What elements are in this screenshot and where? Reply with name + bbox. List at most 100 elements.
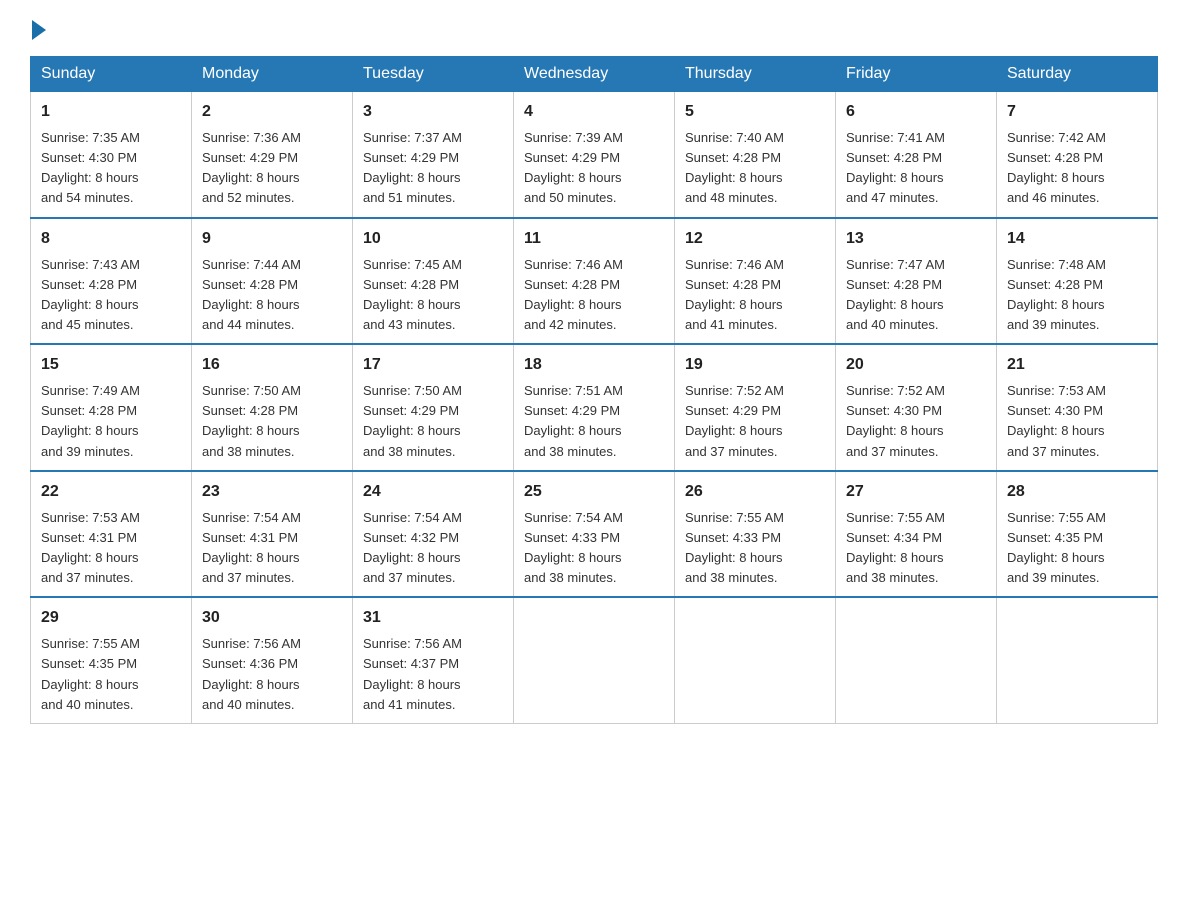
calendar-cell: 19 Sunrise: 7:52 AMSunset: 4:29 PMDayligh…	[675, 344, 836, 471]
calendar-cell	[675, 597, 836, 723]
day-info: Sunrise: 7:55 AMSunset: 4:35 PMDaylight:…	[41, 634, 181, 715]
day-info: Sunrise: 7:56 AMSunset: 4:37 PMDaylight:…	[363, 634, 503, 715]
day-info: Sunrise: 7:47 AMSunset: 4:28 PMDaylight:…	[846, 255, 986, 336]
day-number: 24	[363, 480, 503, 504]
column-header-friday: Friday	[836, 57, 997, 92]
day-number: 27	[846, 480, 986, 504]
day-info: Sunrise: 7:56 AMSunset: 4:36 PMDaylight:…	[202, 634, 342, 715]
calendar-cell: 21 Sunrise: 7:53 AMSunset: 4:30 PMDayligh…	[997, 344, 1158, 471]
calendar-cell: 13 Sunrise: 7:47 AMSunset: 4:28 PMDayligh…	[836, 218, 997, 345]
calendar-cell: 20 Sunrise: 7:52 AMSunset: 4:30 PMDayligh…	[836, 344, 997, 471]
day-info: Sunrise: 7:49 AMSunset: 4:28 PMDaylight:…	[41, 381, 181, 462]
day-info: Sunrise: 7:55 AMSunset: 4:33 PMDaylight:…	[685, 508, 825, 589]
calendar-cell: 14 Sunrise: 7:48 AMSunset: 4:28 PMDayligh…	[997, 218, 1158, 345]
day-info: Sunrise: 7:48 AMSunset: 4:28 PMDaylight:…	[1007, 255, 1147, 336]
day-info: Sunrise: 7:46 AMSunset: 4:28 PMDaylight:…	[524, 255, 664, 336]
day-info: Sunrise: 7:46 AMSunset: 4:28 PMDaylight:…	[685, 255, 825, 336]
calendar-cell: 1 Sunrise: 7:35 AMSunset: 4:30 PMDaylight…	[31, 92, 192, 218]
day-info: Sunrise: 7:53 AMSunset: 4:30 PMDaylight:…	[1007, 381, 1147, 462]
day-number: 22	[41, 480, 181, 504]
calendar-cell: 12 Sunrise: 7:46 AMSunset: 4:28 PMDayligh…	[675, 218, 836, 345]
day-info: Sunrise: 7:51 AMSunset: 4:29 PMDaylight:…	[524, 381, 664, 462]
calendar-cell: 6 Sunrise: 7:41 AMSunset: 4:28 PMDaylight…	[836, 92, 997, 218]
page-header	[30, 20, 1158, 36]
calendar-cell: 11 Sunrise: 7:46 AMSunset: 4:28 PMDayligh…	[514, 218, 675, 345]
day-number: 2	[202, 100, 342, 124]
calendar-week-row: 29 Sunrise: 7:55 AMSunset: 4:35 PMDayligh…	[31, 597, 1158, 723]
day-number: 1	[41, 100, 181, 124]
calendar-cell: 4Sunrise: 7:39 AMSunset: 4:29 PMDaylight…	[514, 92, 675, 218]
calendar-cell: 25 Sunrise: 7:54 AMSunset: 4:33 PMDayligh…	[514, 471, 675, 598]
day-number: 29	[41, 606, 181, 630]
column-header-sunday: Sunday	[31, 57, 192, 92]
calendar-week-row: 22 Sunrise: 7:53 AMSunset: 4:31 PMDayligh…	[31, 471, 1158, 598]
day-info: Sunrise: 7:55 AMSunset: 4:34 PMDaylight:…	[846, 508, 986, 589]
day-info: Sunrise: 7:54 AMSunset: 4:33 PMDaylight:…	[524, 508, 664, 589]
calendar-week-row: 15 Sunrise: 7:49 AMSunset: 4:28 PMDayligh…	[31, 344, 1158, 471]
calendar-week-row: 1 Sunrise: 7:35 AMSunset: 4:30 PMDaylight…	[31, 92, 1158, 218]
calendar-table: SundayMondayTuesdayWednesdayThursdayFrid…	[30, 56, 1158, 724]
day-number: 10	[363, 227, 503, 251]
day-number: 7	[1007, 100, 1147, 124]
calendar-cell: 8Sunrise: 7:43 AMSunset: 4:28 PMDaylight…	[31, 218, 192, 345]
day-info: Sunrise: 7:53 AMSunset: 4:31 PMDaylight:…	[41, 508, 181, 589]
day-number: 12	[685, 227, 825, 251]
day-info: Sunrise: 7:44 AMSunset: 4:28 PMDaylight:…	[202, 255, 342, 336]
calendar-cell: 28 Sunrise: 7:55 AMSunset: 4:35 PMDayligh…	[997, 471, 1158, 598]
day-info: Sunrise: 7:50 AMSunset: 4:28 PMDaylight:…	[202, 381, 342, 462]
logo-arrow-icon	[32, 20, 46, 40]
day-info: Sunrise: 7:52 AMSunset: 4:29 PMDaylight:…	[685, 381, 825, 462]
day-info: Sunrise: 7:35 AMSunset: 4:30 PMDaylight:…	[41, 128, 181, 209]
day-number: 4	[524, 100, 664, 124]
calendar-cell: 7 Sunrise: 7:42 AMSunset: 4:28 PMDaylight…	[997, 92, 1158, 218]
day-number: 26	[685, 480, 825, 504]
day-info: Sunrise: 7:37 AMSunset: 4:29 PMDaylight:…	[363, 128, 503, 209]
column-header-tuesday: Tuesday	[353, 57, 514, 92]
day-number: 21	[1007, 353, 1147, 377]
day-number: 16	[202, 353, 342, 377]
day-info: Sunrise: 7:52 AMSunset: 4:30 PMDaylight:…	[846, 381, 986, 462]
day-info: Sunrise: 7:41 AMSunset: 4:28 PMDaylight:…	[846, 128, 986, 209]
calendar-cell	[997, 597, 1158, 723]
day-info: Sunrise: 7:55 AMSunset: 4:35 PMDaylight:…	[1007, 508, 1147, 589]
column-header-saturday: Saturday	[997, 57, 1158, 92]
day-number: 20	[846, 353, 986, 377]
day-info: Sunrise: 7:50 AMSunset: 4:29 PMDaylight:…	[363, 381, 503, 462]
day-number: 15	[41, 353, 181, 377]
day-number: 6	[846, 100, 986, 124]
calendar-cell: 2 Sunrise: 7:36 AMSunset: 4:29 PMDaylight…	[192, 92, 353, 218]
calendar-cell	[514, 597, 675, 723]
day-number: 13	[846, 227, 986, 251]
column-header-thursday: Thursday	[675, 57, 836, 92]
day-number: 30	[202, 606, 342, 630]
calendar-cell: 27 Sunrise: 7:55 AMSunset: 4:34 PMDayligh…	[836, 471, 997, 598]
day-number: 19	[685, 353, 825, 377]
calendar-cell: 9 Sunrise: 7:44 AMSunset: 4:28 PMDaylight…	[192, 218, 353, 345]
day-info: Sunrise: 7:36 AMSunset: 4:29 PMDaylight:…	[202, 128, 342, 209]
calendar-cell: 24Sunrise: 7:54 AMSunset: 4:32 PMDayligh…	[353, 471, 514, 598]
calendar-cell: 23 Sunrise: 7:54 AMSunset: 4:31 PMDayligh…	[192, 471, 353, 598]
day-number: 25	[524, 480, 664, 504]
day-number: 11	[524, 227, 664, 251]
day-info: Sunrise: 7:40 AMSunset: 4:28 PMDaylight:…	[685, 128, 825, 209]
calendar-cell: 5 Sunrise: 7:40 AMSunset: 4:28 PMDaylight…	[675, 92, 836, 218]
day-number: 14	[1007, 227, 1147, 251]
calendar-cell: 30 Sunrise: 7:56 AMSunset: 4:36 PMDayligh…	[192, 597, 353, 723]
logo-text	[30, 20, 48, 40]
day-info: Sunrise: 7:54 AMSunset: 4:31 PMDaylight:…	[202, 508, 342, 589]
column-header-monday: Monday	[192, 57, 353, 92]
calendar-cell: 22 Sunrise: 7:53 AMSunset: 4:31 PMDayligh…	[31, 471, 192, 598]
calendar-cell: 10Sunrise: 7:45 AMSunset: 4:28 PMDayligh…	[353, 218, 514, 345]
calendar-cell	[836, 597, 997, 723]
calendar-header-row: SundayMondayTuesdayWednesdayThursdayFrid…	[31, 57, 1158, 92]
day-number: 23	[202, 480, 342, 504]
day-info: Sunrise: 7:42 AMSunset: 4:28 PMDaylight:…	[1007, 128, 1147, 209]
day-number: 3	[363, 100, 503, 124]
calendar-cell: 31 Sunrise: 7:56 AMSunset: 4:37 PMDayligh…	[353, 597, 514, 723]
day-number: 28	[1007, 480, 1147, 504]
day-number: 9	[202, 227, 342, 251]
calendar-cell: 17Sunrise: 7:50 AMSunset: 4:29 PMDayligh…	[353, 344, 514, 471]
day-number: 18	[524, 353, 664, 377]
day-number: 5	[685, 100, 825, 124]
day-number: 31	[363, 606, 503, 630]
